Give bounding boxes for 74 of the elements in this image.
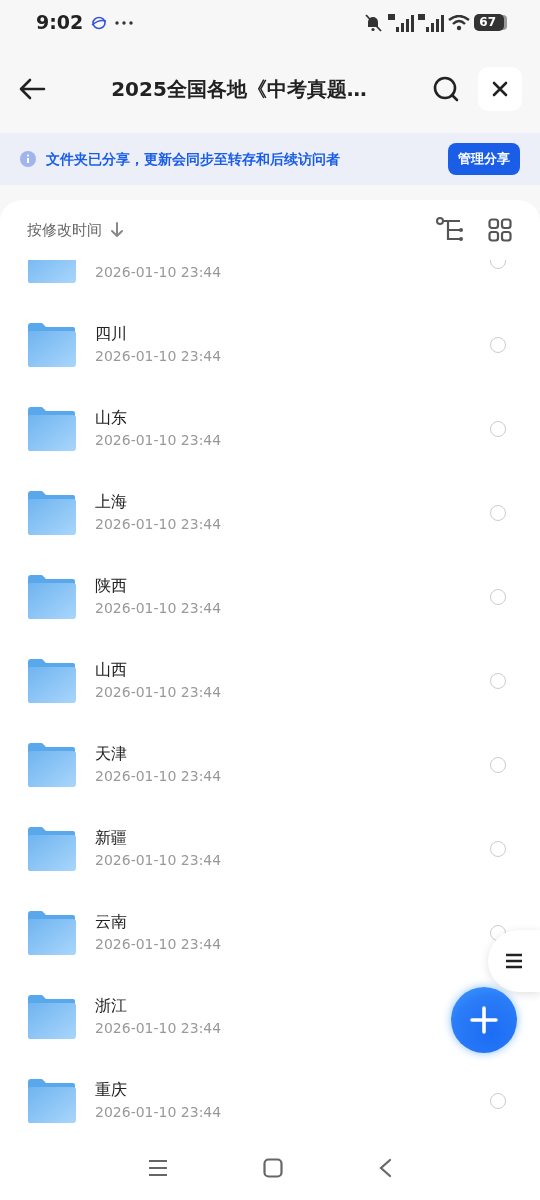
folder-icon [28,827,76,871]
folder-title: 2025全国各地《中考真题… [110,76,368,103]
modified-date: 2026-01-10 23:44 [95,514,223,534]
folder-icon [28,743,76,787]
battery-indicator: 67 [474,14,504,31]
folder-icon [28,407,76,451]
folder-name: 新疆 [95,827,128,850]
back-arrow-icon [18,77,46,101]
close-button[interactable] [478,67,522,111]
folder-row[interactable]: 天津 2026-01-10 23:44 [0,723,540,807]
folder-row[interactable]: 新疆 2026-01-10 23:44 [0,807,540,891]
folder-name: 陕西 [95,575,128,598]
search-icon [432,75,460,103]
back-nav-button[interactable] [378,1158,392,1178]
folder-icon [28,911,76,955]
folder-icon [28,491,76,535]
back-button[interactable] [18,77,46,101]
manage-share-button[interactable]: 管理分享 [448,143,520,175]
modified-date: 2026-01-10 23:44 [95,850,223,870]
modified-date: 2026-01-10 23:44 [95,1018,223,1038]
folder-icon [28,1079,76,1123]
back-chevron-icon [378,1158,392,1178]
info-icon [20,151,36,167]
menu-nav-button[interactable] [148,1159,168,1177]
folder-name: 浙江 [95,995,128,1018]
folder-name: 云南 [95,911,128,934]
home-nav-button[interactable] [263,1158,283,1178]
folder-name: 山东 [95,407,128,430]
side-menu[interactable] [488,930,540,992]
tree-view-button[interactable] [436,217,464,243]
add-button[interactable] [451,987,517,1053]
modified-date: 2026-01-10 23:44 [95,430,223,450]
search-button[interactable] [432,75,460,103]
folder-name: 重庆 [95,1079,128,1102]
folder-icon [28,323,76,367]
modified-date: 2026-01-10 23:44 [95,346,223,366]
folder-icon [28,659,76,703]
signal-icon [418,12,445,33]
muted-bell-icon [362,13,385,32]
app-notification-icon [91,15,108,30]
modified-date: 2026-01-10 23:44 [95,598,223,618]
folder-row[interactable]: 重庆 2026-01-10 23:44 [0,1059,540,1136]
status-time: 9:02 [36,10,84,36]
folder-name: 天津 [95,743,128,766]
folder-row[interactable]: 浙江 2026-01-10 23:44 [0,975,540,1059]
folder-row[interactable]: 山西 2026-01-10 23:44 [0,639,540,723]
share-notice: 文件夹已分享，更新会同步至转存和后续访问者 [46,149,341,169]
folder-icon [28,575,76,619]
modified-date: 2026-01-10 23:44 [95,1102,223,1122]
folder-name: 上海 [95,491,128,514]
wifi-icon [448,14,471,31]
signal-icon [388,12,415,33]
modified-date: 2026-01-10 23:44 [95,262,223,282]
menu-icon [505,953,523,969]
sort-button[interactable]: 按修改时间 [27,218,124,242]
modified-date: 2026-01-10 23:44 [95,682,223,702]
more-notifications-icon [115,20,134,25]
plus-icon [470,1006,498,1034]
grid-view-button[interactable] [488,218,512,242]
tree-icon [436,217,464,243]
menu-icon [148,1159,168,1177]
modified-date: 2026-01-10 23:44 [95,934,223,954]
folder-icon [28,995,76,1039]
square-icon [263,1158,283,1178]
folder-name: 四川 [95,323,128,346]
folder-row[interactable]: 山东 2026-01-10 23:44 [0,387,540,471]
modified-date: 2026-01-10 23:44 [95,766,223,786]
arrow-down-icon [110,222,124,238]
grid-icon [488,218,512,242]
folder-row[interactable]: 四川 2026-01-10 23:44 [0,303,540,387]
folder-name: 山西 [95,659,128,682]
folder-row[interactable]: 上海 2026-01-10 23:44 [0,471,540,555]
close-icon [492,81,508,97]
folder-row[interactable]: 陕西 2026-01-10 23:44 [0,555,540,639]
